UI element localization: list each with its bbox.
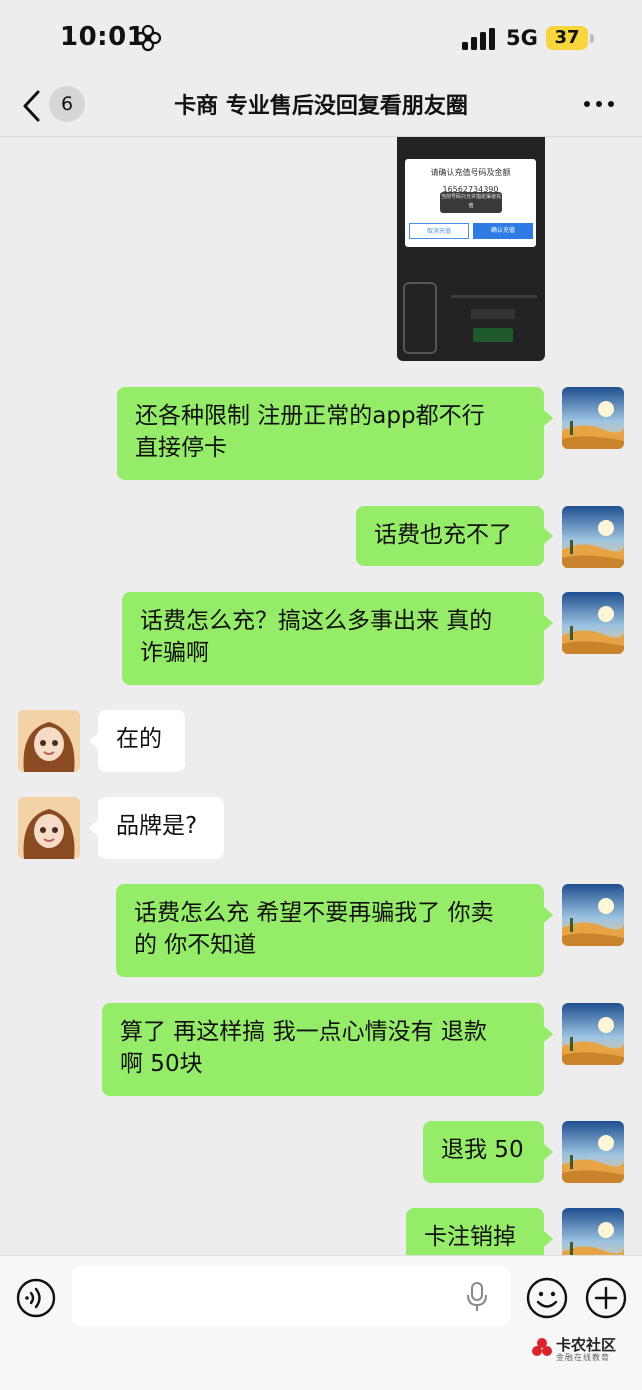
signal-icon (462, 28, 495, 50)
status-bar: 10:01 5G 37 (0, 0, 642, 78)
avatar[interactable] (562, 592, 624, 654)
bubble-tail (544, 615, 553, 631)
message-line: 的 你不知道 (134, 932, 257, 958)
message-line: 退我 50 (441, 1137, 524, 1163)
microphone-icon[interactable] (466, 1282, 488, 1312)
message-bubble[interactable]: 退我 50 (423, 1121, 544, 1183)
chat-area[interactable]: 请确认充值号码及金额 16562734390 当前号码只允许指定渠道充值 取消充… (0, 137, 642, 1255)
message-line: 还各种限制 注册正常的app都不行 (135, 403, 485, 429)
message-bubble[interactable]: 品牌是? (98, 797, 224, 859)
input-bar: 卡农社区 金融在线教育 (0, 1255, 642, 1390)
message-line: 卡注销掉 (424, 1224, 516, 1250)
message-bubble[interactable]: 还各种限制 注册正常的app都不行 直接停卡 (117, 387, 544, 480)
message-line: 啊 50块 (120, 1051, 203, 1077)
avatar[interactable] (562, 387, 624, 449)
emoji-icon[interactable] (526, 1277, 568, 1319)
faint-text-block (471, 309, 515, 319)
phone-thumbnail (403, 282, 437, 354)
voice-input-icon[interactable] (16, 1278, 56, 1318)
desert-avatar-image (562, 506, 624, 568)
network-label: 5G (506, 26, 538, 50)
message-bubble[interactable]: 话费怎么充？搞这么多事出来 真的 诈骗啊 (122, 592, 544, 685)
bubble-tail (89, 820, 98, 836)
message-line: 话费也充不了 (374, 522, 512, 548)
dialog-tooltip: 当前号码只允许指定渠道充值 (440, 192, 502, 213)
message-line: 直接停卡 (135, 435, 227, 461)
battery-icon: 37 (546, 26, 588, 50)
message-line: 话费怎么充 希望不要再骗我了 你卖 (134, 900, 494, 926)
desert-avatar-image (562, 1208, 624, 1255)
message-bubble[interactable]: 话费也充不了 (356, 506, 544, 566)
message-bubble[interactable]: 算了 再这样搞 我一点心情没有 退款 啊 50块 (102, 1003, 544, 1096)
chat-title: 卡商 专业售后没回复看朋友圈 (174, 94, 468, 119)
message-line: 话费怎么充？搞这么多事出来 真的 (140, 608, 493, 634)
girl-avatar-image (18, 797, 80, 859)
desert-avatar-image (562, 592, 624, 654)
bubble-tail (89, 733, 98, 749)
bubble-tail (544, 528, 553, 544)
avatar[interactable] (562, 884, 624, 946)
unread-count-badge[interactable]: 6 (49, 86, 85, 122)
bubble-tail (544, 410, 553, 426)
message-bubble[interactable]: 卡注销掉 (406, 1208, 544, 1255)
message-line: 品牌是? (116, 813, 198, 839)
avatar[interactable] (562, 506, 624, 568)
message-input[interactable] (72, 1266, 510, 1326)
message-bubble[interactable]: 话费怎么充 希望不要再骗我了 你卖 的 你不知道 (116, 884, 544, 977)
contact-avatar[interactable] (18, 710, 80, 772)
message-line: 算了 再这样搞 我一点心情没有 退款 (120, 1019, 487, 1045)
desert-avatar-image (562, 1121, 624, 1183)
desert-avatar-image (562, 387, 624, 449)
message-bubble[interactable]: 在的 (98, 710, 185, 772)
dialog-confirm-button: 确认充值 (473, 223, 533, 239)
message-line: 在的 (116, 726, 162, 752)
girl-avatar-image (18, 710, 80, 772)
contact-avatar[interactable] (18, 797, 80, 859)
flower-icon (134, 24, 162, 52)
avatar[interactable] (562, 1003, 624, 1065)
desert-avatar-image (562, 884, 624, 946)
chevron-left-icon[interactable] (20, 88, 46, 124)
nav-bar: 6 卡商 专业售后没回复看朋友圈 (0, 78, 642, 137)
status-time: 10:01 (60, 22, 146, 52)
shared-image-message[interactable]: 请确认充值号码及金额 16562734390 当前号码只允许指定渠道充值 取消充… (397, 137, 545, 361)
watermark-logo-icon (532, 1338, 552, 1356)
more-icon[interactable] (582, 92, 616, 116)
recharge-dialog: 请确认充值号码及金额 16562734390 当前号码只允许指定渠道充值 取消充… (405, 159, 536, 247)
desert-avatar-image (562, 1003, 624, 1065)
green-button-shape (473, 328, 513, 342)
bubble-tail (544, 1231, 553, 1247)
battery-tip (590, 34, 594, 43)
battery-level: 37 (554, 27, 580, 48)
watermark-subtitle: 金融在线教育 (556, 1353, 610, 1362)
dialog-title: 请确认充值号码及金额 (430, 168, 511, 177)
bubble-tail (544, 907, 553, 923)
bubble-tail (544, 1026, 553, 1042)
plus-icon[interactable] (585, 1277, 627, 1319)
faint-text-line (451, 295, 537, 298)
bubble-tail (544, 1144, 553, 1160)
dialog-cancel-button: 取消充值 (409, 223, 469, 239)
avatar[interactable] (562, 1208, 624, 1255)
avatar[interactable] (562, 1121, 624, 1183)
message-line: 诈骗啊 (140, 640, 209, 666)
